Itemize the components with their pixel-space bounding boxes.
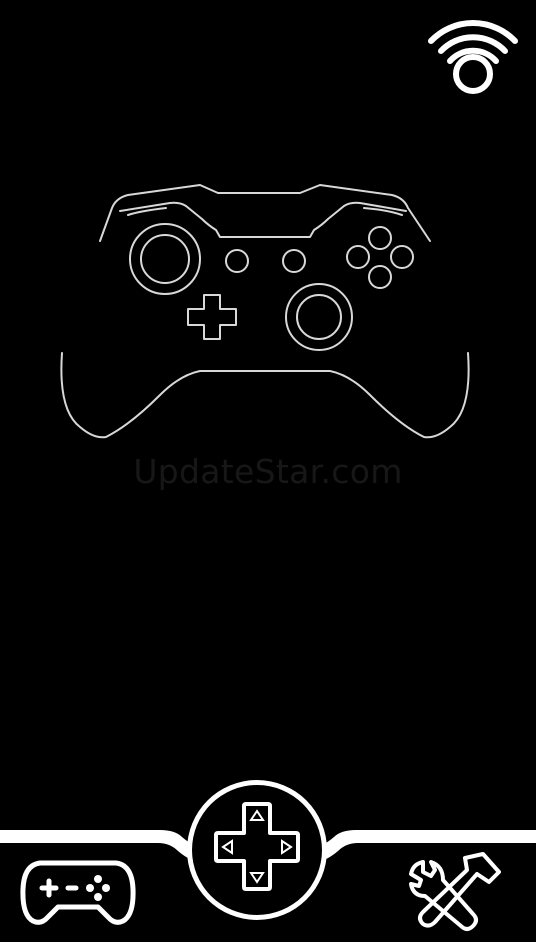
wifi-icon	[428, 20, 518, 94]
controller-illustration	[50, 175, 480, 450]
tools-icon	[409, 852, 501, 931]
gamepad-icon	[20, 860, 136, 925]
dpad-icon	[214, 802, 300, 891]
wifi-button[interactable]	[426, 12, 520, 96]
nav-dpad-button[interactable]	[192, 796, 322, 904]
nav-gamepad-button[interactable]	[20, 855, 136, 927]
watermark-text: UpdateStar.com	[133, 452, 403, 491]
nav-tools-button[interactable]	[405, 852, 501, 934]
game-controller-icon	[60, 184, 470, 439]
